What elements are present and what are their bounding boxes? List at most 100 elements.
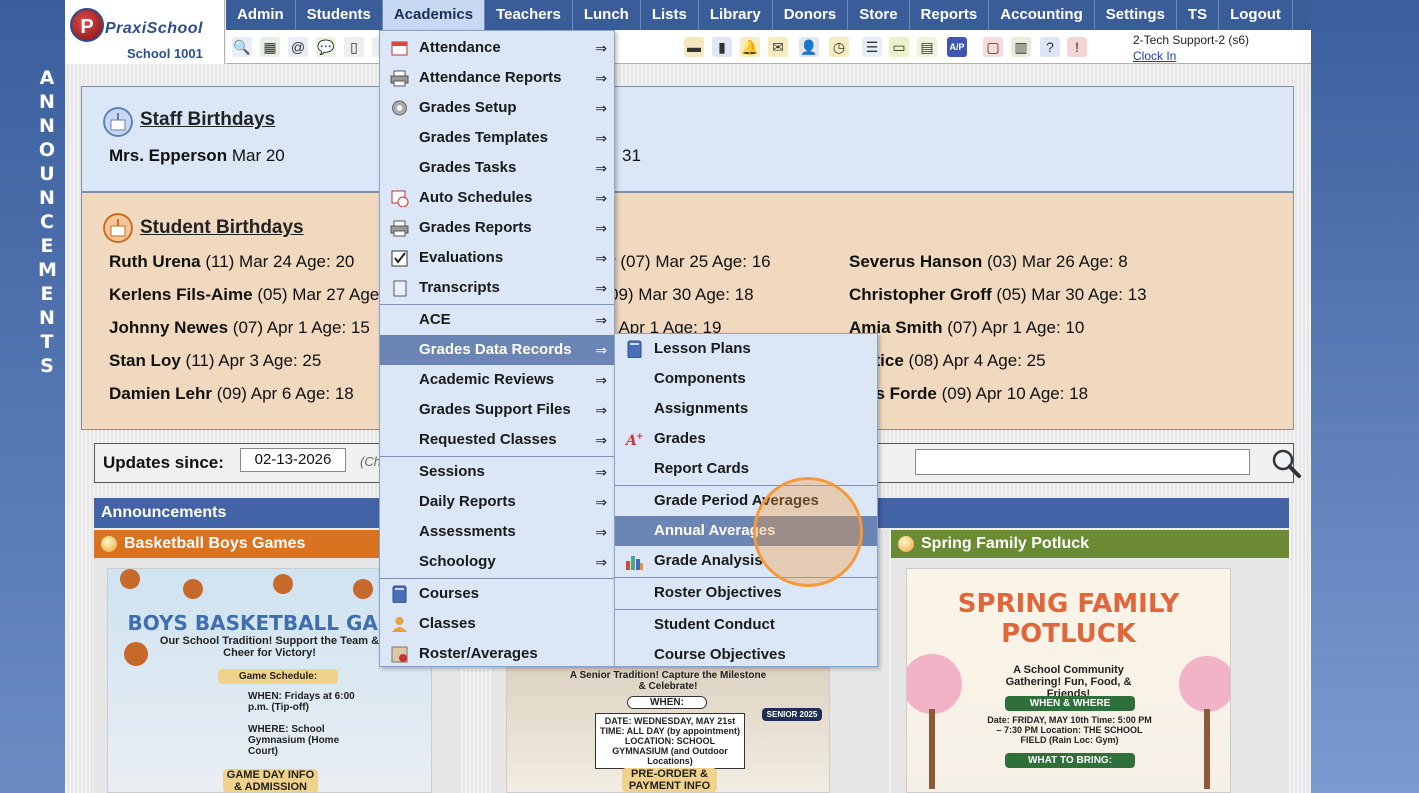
submenu-arrow-icon: ⇒ <box>595 524 607 540</box>
submenu-item-components[interactable]: Components <box>615 364 877 394</box>
search-input[interactable] <box>915 449 1250 475</box>
roster-icon <box>391 646 408 663</box>
menu-item-grades-reports[interactable]: Grades Reports ⇒ <box>380 213 614 243</box>
student-birthdays-title[interactable]: Student Birthdays <box>140 217 304 239</box>
alert-icon[interactable]: ! <box>1067 37 1087 57</box>
menu-admin[interactable]: Admin <box>226 0 296 30</box>
search-icon[interactable] <box>1270 447 1302 479</box>
menu-lists[interactable]: Lists <box>641 0 699 30</box>
menu-item-grades-support-files[interactable]: Grades Support Files ⇒ <box>380 395 614 425</box>
bell-icon[interactable]: 🔔 <box>740 37 760 57</box>
updates-date-input[interactable]: 02-13-2026 <box>240 448 346 472</box>
menu-item-label: Classes <box>419 615 476 632</box>
menu-item-attendance-reports[interactable]: Attendance Reports ⇒ <box>380 63 614 93</box>
menu-donors[interactable]: Donors <box>773 0 849 30</box>
menu-item-attendance[interactable]: Attendance ⇒ <box>380 33 614 63</box>
menu-teachers[interactable]: Teachers <box>485 0 573 30</box>
announcement-card-title[interactable]: Spring Family Potluck <box>891 530 1289 558</box>
menu-item-assessments[interactable]: Assessments ⇒ <box>380 517 614 547</box>
submenu-item-lesson-plans[interactable]: Lesson Plans <box>615 334 877 364</box>
lunch-icon[interactable]: ▬ <box>684 37 704 57</box>
submenu-arrow-icon: ⇒ <box>595 280 607 296</box>
email-icon[interactable]: @ <box>288 37 308 57</box>
menu-item-grades-data-records[interactable]: Grades Data Records ⇒ <box>380 335 614 365</box>
menu-item-grades-templates[interactable]: Grades Templates ⇒ <box>380 123 614 153</box>
staff-birthdays-title[interactable]: Staff Birthdays <box>140 109 275 131</box>
student-birthday-entry: Christopher Groff (05) Mar 30 Age: 13 <box>849 285 1147 304</box>
student-birthday-entry: Lettice (08) Apr 4 Age: 25 <box>849 351 1046 370</box>
id-card-icon[interactable]: ▭ <box>889 37 909 57</box>
menu-item-label: Requested Classes <box>419 431 557 448</box>
click-highlight-indicator <box>753 477 863 587</box>
menu-item-classes[interactable]: Classes <box>380 609 614 639</box>
menu-item-transcripts[interactable]: Transcripts ⇒ <box>380 273 614 303</box>
menu-lunch[interactable]: Lunch <box>573 0 641 30</box>
person-icon[interactable]: 👤 <box>799 37 819 57</box>
calendar-grid-icon[interactable]: ▦ <box>260 37 280 57</box>
submenu-item-assignments[interactable]: Assignments <box>615 394 877 424</box>
menu-item-label: Grades Support Files <box>419 401 571 418</box>
submenu-arrow-icon: ⇒ <box>595 494 607 510</box>
phone-icon[interactable]: ▯ <box>344 37 364 57</box>
menu-item-label: Grades Reports <box>419 219 532 236</box>
menu-item-schoology[interactable]: Schoology ⇒ <box>380 547 614 577</box>
menu-settings[interactable]: Settings <box>1095 0 1177 30</box>
menu-item-courses[interactable]: Courses <box>380 579 614 609</box>
submenu-item-report-cards[interactable]: Report Cards <box>615 454 877 484</box>
menu-accounting[interactable]: Accounting <box>989 0 1095 30</box>
menu-item-label: Grades Templates <box>419 129 548 146</box>
menu-item-grades-setup[interactable]: Grades Setup ⇒ <box>380 93 614 123</box>
menu-item-daily-reports[interactable]: Daily Reports ⇒ <box>380 487 614 517</box>
logo[interactable]: P PraxiSchool School 1001 <box>65 0 225 64</box>
money-icon[interactable]: ▥ <box>1011 37 1031 57</box>
potluck-poster[interactable]: SPRING FAMILY POTLUCK A School Community… <box>906 568 1231 793</box>
menu-students[interactable]: Students <box>296 0 383 30</box>
vertical-letter: O <box>38 139 56 161</box>
menu-item-label: Transcripts <box>419 279 500 296</box>
menu-reports[interactable]: Reports <box>910 0 990 30</box>
menu-ts[interactable]: TS <box>1177 0 1220 30</box>
menu-item-sessions[interactable]: Sessions ⇒ <box>380 457 614 487</box>
pdf-icon[interactable]: ▢ <box>983 37 1003 57</box>
vertical-letter: E <box>40 283 54 305</box>
clock-in-link[interactable]: Clock In <box>1133 49 1176 63</box>
menu-item-requested-classes[interactable]: Requested Classes ⇒ <box>380 425 614 455</box>
menu-item-roster-averages[interactable]: Roster/Averages <box>380 639 614 669</box>
chat-icon[interactable]: 💬 <box>316 37 336 57</box>
submenu-item-student-conduct[interactable]: Student Conduct <box>615 610 877 640</box>
updates-since-label: Updates since: <box>103 453 224 472</box>
note-icon[interactable]: ✉ <box>768 37 788 57</box>
menu-item-ace[interactable]: ACE ⇒ <box>380 305 614 335</box>
printer-icon <box>390 220 409 237</box>
menu-item-auto-schedules[interactable]: Auto Schedules ⇒ <box>380 183 614 213</box>
basketball-icon <box>120 569 373 666</box>
menu-academics[interactable]: Academics <box>382 0 486 30</box>
menu-item-label: Daily Reports <box>419 493 516 510</box>
search-icon[interactable]: 🔍 <box>232 37 252 57</box>
menu-logout[interactable]: Logout <box>1219 0 1293 30</box>
menu-item-academic-reviews[interactable]: Academic Reviews ⇒ <box>380 365 614 395</box>
senior-photo-poster[interactable]: A Senior Tradition! Capture the Mileston… <box>506 667 830 793</box>
ap-icon[interactable]: A/P <box>947 37 967 57</box>
menu-item-evaluations[interactable]: Evaluations ⇒ <box>380 243 614 273</box>
menu-library[interactable]: Library <box>699 0 773 30</box>
book-icon[interactable]: ▮ <box>712 37 732 57</box>
menu-item-label: Roster/Averages <box>419 645 538 662</box>
student-birthday-entry: Kerlens Fils-Aime (05) Mar 27 Age <box>109 285 380 304</box>
help-icon[interactable]: ? <box>1040 37 1060 57</box>
submenu-arrow-icon: ⇒ <box>595 432 607 448</box>
menu-store[interactable]: Store <box>848 0 910 30</box>
printer-icon[interactable]: ▤ <box>917 37 937 57</box>
menu-item-label: Grades Tasks <box>419 159 517 176</box>
academics-dropdown-menu: Attendance ⇒ Attendance Reports ⇒ Grades Set… <box>379 30 615 667</box>
menu-item-label: Attendance Reports <box>419 69 562 86</box>
submenu-item-course-objectives[interactable]: Course Objectives <box>615 640 877 670</box>
submenu-item-roster-objectives[interactable]: Roster Objectives <box>615 578 877 608</box>
clock-icon[interactable]: ◷ <box>829 37 849 57</box>
menu-item-grades-tasks[interactable]: Grades Tasks ⇒ <box>380 153 614 183</box>
vertical-letter: U <box>39 163 55 185</box>
list-icon[interactable]: ☰ <box>862 37 882 57</box>
submenu-item-grades[interactable]: A + Grades <box>615 424 877 454</box>
school-name: School 1001 <box>127 46 203 61</box>
logo-wordmark: PraxiSchool <box>105 20 203 37</box>
